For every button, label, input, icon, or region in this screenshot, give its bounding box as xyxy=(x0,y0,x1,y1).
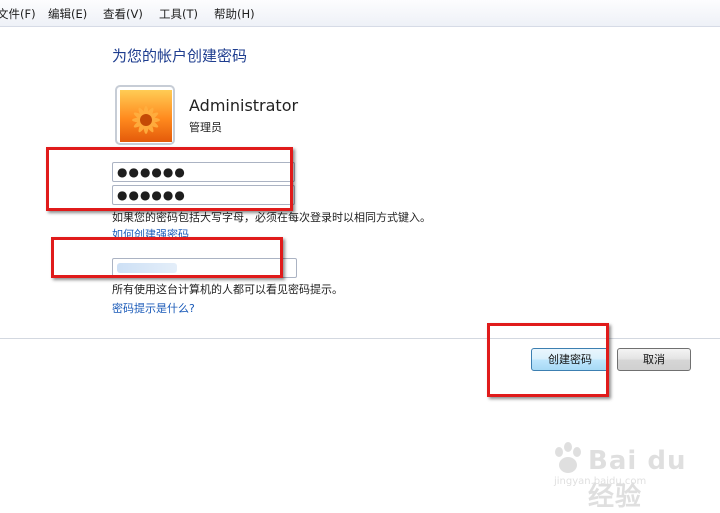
flower-picture-icon xyxy=(120,90,172,142)
page-title: 为您的帐户创建密码 xyxy=(112,47,248,65)
hint-visibility-text: 所有使用这台计算机的人都可以看见密码提示。 xyxy=(112,283,343,296)
user-name: Administrator xyxy=(189,96,299,115)
menu-bar: 文件(F) 编辑(E) 查看(V) 工具(T) 帮助(H) xyxy=(0,0,720,27)
cancel-button[interactable]: 取消 xyxy=(617,348,691,371)
paw-logo-icon xyxy=(555,442,581,473)
what-is-hint-link[interactable]: 密码提示是什么? xyxy=(112,300,195,316)
menu-help[interactable]: 帮助(H) xyxy=(214,6,255,22)
watermark-url: jingyan.baidu.com xyxy=(554,476,647,487)
caps-warning-text: 如果您的密码包括大写字母，必须在每次登录时以相同方式键入。 xyxy=(112,211,431,224)
annotation-box-password xyxy=(46,147,293,211)
baidu-watermark: Bai du 经验 jingyan.baidu.com xyxy=(548,440,698,512)
user-account-type: 管理员 xyxy=(189,121,222,134)
menu-tools[interactable]: 工具(T) xyxy=(159,6,198,22)
divider xyxy=(0,338,720,339)
avatar xyxy=(115,85,175,145)
annotation-box-hint xyxy=(51,237,283,278)
menu-view[interactable]: 查看(V) xyxy=(103,6,143,22)
annotation-box-create xyxy=(487,323,609,397)
menu-edit[interactable]: 编辑(E) xyxy=(48,6,87,22)
menu-file[interactable]: 文件(F) xyxy=(0,6,36,22)
